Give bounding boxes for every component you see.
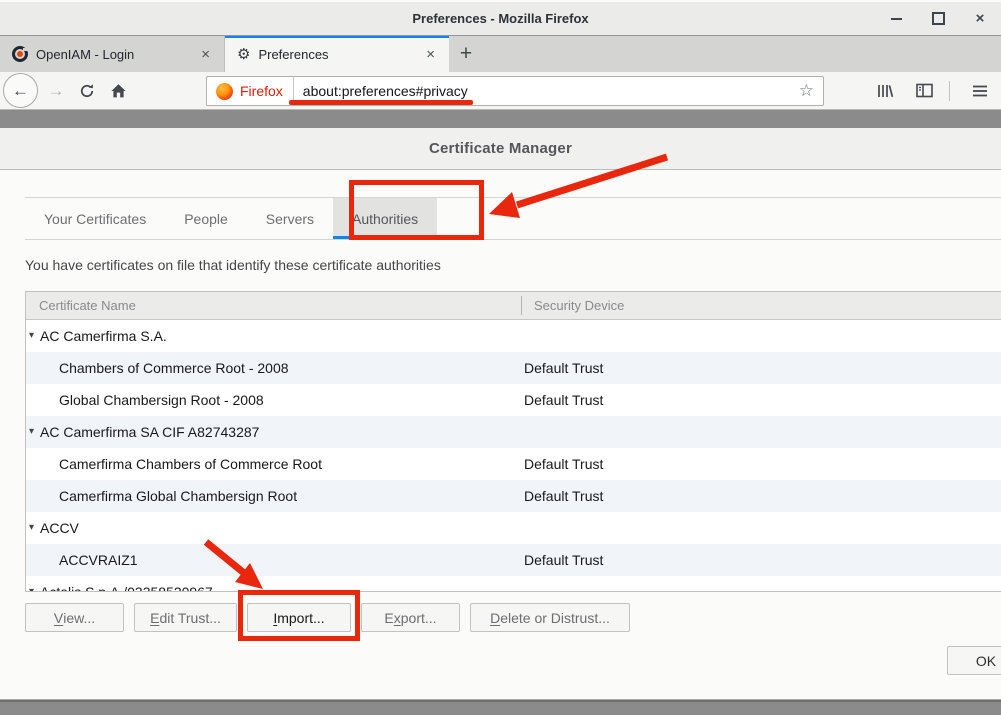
security-device-cell: Default Trust (524, 544, 603, 576)
ok-button[interactable]: OK (947, 646, 1001, 675)
tab-label: OpenIAM - Login (36, 47, 189, 62)
url-bar[interactable]: Firefox about:preferences#privacy ☆ (206, 76, 824, 106)
column-certificate-name[interactable]: Certificate Name (39, 292, 136, 319)
security-device-cell: Default Trust (524, 384, 603, 416)
window-controls: × (885, 2, 991, 35)
home-icon[interactable] (105, 78, 131, 104)
url-input[interactable]: about:preferences#privacy (294, 83, 790, 99)
column-security-device[interactable]: Security Device (534, 292, 624, 319)
button-delete-or-distrust[interactable]: Delete or Distrust... (470, 603, 630, 632)
window-titlebar: Preferences - Mozilla Firefox × (0, 0, 1001, 36)
certificate-name-cell: ACCVRAIZ1 (59, 544, 138, 576)
tab-servers[interactable]: Servers (247, 198, 333, 239)
certificate-tabs: Your Certificates People Servers Authori… (25, 197, 1001, 240)
gear-favicon-icon: ⚙ (237, 47, 250, 62)
action-buttons: View... Edit Trust... Import... Export... De… (25, 603, 630, 632)
browser-tab-openiam[interactable]: OpenIAM - Login × (0, 36, 225, 72)
tab-label: Preferences (258, 47, 414, 62)
minimize-icon[interactable] (885, 8, 907, 30)
url-scheme-label: Firefox (240, 83, 293, 99)
tab-close-icon[interactable]: × (197, 46, 214, 63)
tab-close-icon[interactable]: × (422, 46, 439, 63)
table-row[interactable]: Global Chambersign Root - 2008 Default T… (26, 384, 1001, 416)
toolbar-divider (949, 81, 950, 101)
table-row[interactable]: Camerfirma Global Chambersign Root Defau… (26, 480, 1001, 512)
maximize-icon[interactable] (927, 8, 949, 30)
reload-icon[interactable] (74, 78, 100, 104)
certificate-name-cell: ACCV (40, 512, 79, 544)
dialog-header: Certificate Manager (0, 128, 1001, 170)
column-divider[interactable] (521, 296, 522, 315)
table-row[interactable]: ▾ AC Camerfirma S.A. (26, 320, 1001, 352)
table-row[interactable]: Chambers of Commerce Root - 2008 Default… (26, 352, 1001, 384)
certificate-table-body: ▾ AC Camerfirma S.A. Chambers of Commerc… (26, 320, 1001, 592)
close-icon[interactable]: × (969, 8, 991, 30)
window-title: Preferences - Mozilla Firefox (412, 11, 588, 26)
dimmed-page-background-top (0, 110, 1001, 128)
table-row[interactable]: ▾ ACCV (26, 512, 1001, 544)
toolbar-right-icons (867, 72, 993, 109)
tab-people[interactable]: People (165, 198, 247, 239)
certificate-name-cell: AC Camerfirma S.A. (40, 320, 167, 352)
certificate-name-cell: Actalis S.p.A./03358520967 (40, 576, 213, 592)
group-marker-icon: ▾ (29, 320, 34, 352)
certificate-name-cell: AC Camerfirma SA CIF A82743287 (40, 416, 259, 448)
intro-text: You have certificates on file that ident… (25, 257, 441, 273)
security-device-cell: Default Trust (524, 448, 603, 480)
navigation-toolbar: ← → Firefox about:preferences#privacy ☆ (0, 72, 1001, 110)
certificate-manager-dialog: Certificate Manager Your Certificates Pe… (0, 128, 1001, 700)
certificate-table: Certificate Name Security Device ▾ AC Ca… (25, 291, 1001, 592)
forward-button[interactable]: → (43, 78, 69, 104)
tab-authorities[interactable]: Authorities (333, 198, 437, 239)
group-marker-icon: ▾ (29, 576, 34, 592)
hamburger-menu-icon[interactable] (967, 78, 993, 104)
security-device-cell: Default Trust (524, 480, 603, 512)
table-row[interactable]: ▾ Actalis S.p.A./03358520967 (26, 576, 1001, 592)
group-marker-icon: ▾ (29, 512, 34, 544)
button-import[interactable]: Import... (247, 603, 351, 632)
button-view[interactable]: View... (25, 603, 124, 632)
dialog-title: Certificate Manager (429, 140, 572, 157)
group-marker-icon: ▾ (29, 416, 34, 448)
library-icon[interactable] (872, 78, 898, 104)
sidebar-toggle-icon[interactable] (911, 78, 937, 104)
certificate-name-cell: Camerfirma Global Chambersign Root (59, 480, 297, 512)
firefox-logo-icon (216, 83, 233, 100)
bookmark-star-icon[interactable]: ☆ (790, 81, 823, 101)
browser-tab-bar: OpenIAM - Login × ⚙ Preferences × + (0, 36, 1001, 72)
certificate-name-cell: Camerfirma Chambers of Commerce Root (59, 448, 322, 480)
table-row[interactable]: Camerfirma Chambers of Commerce Root Def… (26, 448, 1001, 480)
table-row[interactable]: ACCVRAIZ1 Default Trust (26, 544, 1001, 576)
desktop-strip-bottom (0, 700, 1001, 715)
security-device-cell: Default Trust (524, 352, 603, 384)
tab-your-certificates[interactable]: Your Certificates (25, 198, 165, 239)
back-button[interactable]: ← (3, 73, 38, 108)
button-edit-trust[interactable]: Edit Trust... (134, 603, 237, 632)
browser-tab-preferences[interactable]: ⚙ Preferences × (225, 36, 449, 72)
table-header: Certificate Name Security Device (26, 292, 1001, 320)
certificate-name-cell: Chambers of Commerce Root - 2008 (59, 352, 289, 384)
table-row[interactable]: ▾ AC Camerfirma SA CIF A82743287 (26, 416, 1001, 448)
certificate-name-cell: Global Chambersign Root - 2008 (59, 384, 264, 416)
new-tab-button[interactable]: + (449, 36, 483, 72)
button-export[interactable]: Export... (361, 603, 460, 632)
openiam-favicon-icon (12, 46, 28, 62)
